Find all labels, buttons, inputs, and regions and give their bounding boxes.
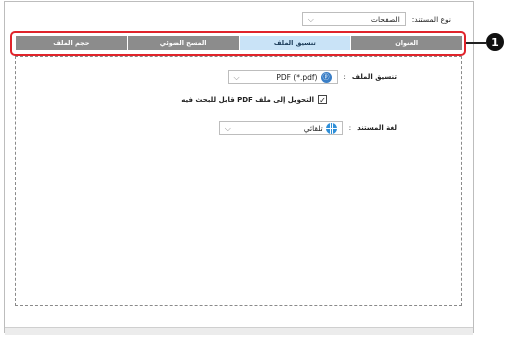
doc-type-label: نوع المستند: (411, 14, 451, 24)
chevron-down-icon: ⌵ (224, 124, 231, 133)
doc-language-value: تلقائي (303, 123, 323, 133)
tab-title[interactable]: العنوان (350, 36, 462, 50)
pdf-icon: ⓟ (320, 71, 332, 83)
callout-line (466, 42, 486, 44)
doc-language-row: لغة المستند : تلقائي ⌵ (218, 121, 397, 135)
tab-file-size[interactable]: حجم الملف (15, 36, 127, 50)
file-format-row: تنسيق الملف : ⓟ PDF (*.pdf) ⌵ (227, 70, 397, 84)
convert-label: التحويل إلى ملف PDF قابل للبحث فيه (181, 95, 314, 104)
file-format-colon: : (343, 73, 346, 81)
doc-type-row: نوع المستند: الصفحات ⌵ (301, 12, 451, 26)
doc-type-value: الصفحات (370, 14, 400, 24)
file-format-label: تنسيق الملف (351, 73, 397, 81)
doc-language-colon: : (348, 124, 352, 132)
convert-row: ✓ التحويل إلى ملف PDF قابل للبحث فيه (181, 95, 327, 105)
tab-scan[interactable]: المسح الضوئي (126, 36, 239, 50)
file-format-value: PDF (*.pdf) (276, 72, 318, 82)
tab-content-panel (15, 56, 462, 306)
chevron-down-icon: ⌵ (307, 15, 314, 24)
tab-file-format[interactable]: تنسيق الملف (238, 36, 351, 50)
chevron-down-icon: ⌵ (233, 73, 240, 82)
tab-bar: العنوان تنسيق الملف المسح الضوئي حجم الم… (15, 36, 462, 50)
callout-number: 1 (486, 33, 504, 51)
doc-language-label: لغة المستند (357, 124, 397, 132)
doc-type-select[interactable]: الصفحات ⌵ (301, 12, 406, 26)
doc-language-select[interactable]: تلقائي ⌵ (218, 121, 343, 135)
convert-checkbox[interactable]: ✓ (318, 95, 327, 105)
file-format-select[interactable]: ⓟ PDF (*.pdf) ⌵ (227, 70, 338, 84)
bottom-strip (5, 327, 473, 335)
globe-icon (325, 122, 337, 134)
